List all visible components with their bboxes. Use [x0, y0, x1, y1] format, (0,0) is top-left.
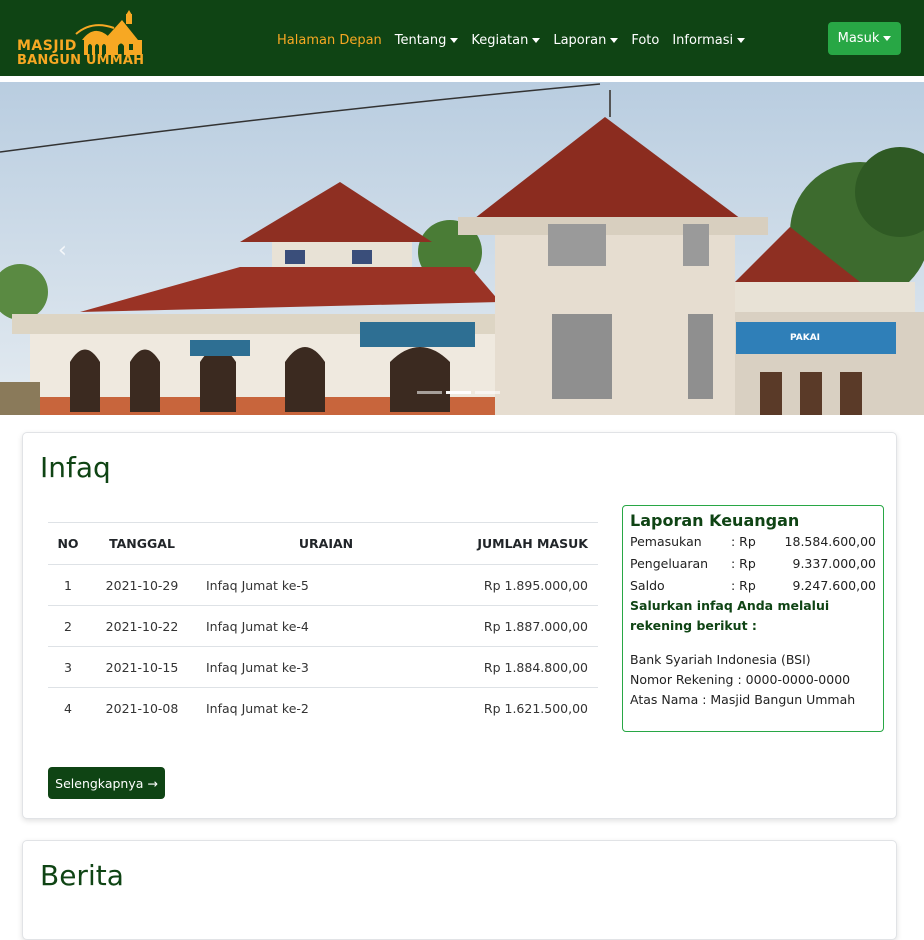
banner-sign-text: PAKAI	[790, 333, 820, 343]
cell-no: 3	[48, 646, 88, 688]
nav-item-label: Tentang	[394, 32, 447, 48]
finance-value: 9.247.600,00	[792, 577, 877, 593]
news-card: Berita	[22, 840, 897, 940]
caret-down-icon	[450, 37, 459, 43]
carousel-indicators	[417, 391, 504, 394]
finance-report-panel: Laporan Keuangan Pemasukan : Rp 18.584.6…	[622, 505, 884, 732]
finance-currency: : Rp	[731, 577, 756, 593]
brand-logo[interactable]: MASJID BANGUN UMMAH	[16, 10, 148, 70]
finance-currency: : Rp	[731, 555, 756, 571]
table-row: 1 2021-10-29 Infaq Jumat ke-5 Rp 1.895.0…	[48, 564, 598, 606]
cell-jumlah: Rp 1.884.800,00	[446, 646, 598, 688]
caret-down-icon	[883, 36, 892, 41]
cell-tanggal: 2021-10-29	[88, 564, 196, 606]
carousel-prev-icon[interactable]: ‹	[58, 238, 67, 263]
nav-item-label: Laporan	[553, 32, 607, 48]
main-nav: Halaman Depan Tentang Kegiatan Laporan F…	[277, 31, 758, 49]
carousel-indicator[interactable]	[417, 391, 442, 394]
hero-carousel[interactable]: PAKAI ‹	[0, 82, 924, 415]
finance-currency: : Rp	[731, 533, 756, 549]
nav-item-foto[interactable]: Foto	[631, 33, 659, 48]
finance-row-saldo: Saldo : Rp 9.247.600,00	[630, 574, 876, 596]
infaq-card: Infaq NO TANGGAL URAIAN JUMLAH MASUK 1 2…	[22, 432, 897, 819]
nav-item-laporan[interactable]: Laporan	[553, 32, 619, 48]
finance-value: 9.337.000,00	[792, 555, 877, 571]
table-row: 3 2021-10-15 Infaq Jumat ke-3 Rp 1.884.8…	[48, 646, 598, 688]
table-header-row: NO TANGGAL URAIAN JUMLAH MASUK	[48, 522, 598, 565]
column-header-uraian: URAIAN	[196, 522, 446, 565]
account-number: Nomor Rekening : 0000-0000-0000	[630, 672, 851, 687]
mosque-photo: PAKAI	[0, 82, 924, 415]
bank-info: Bank Syariah Indonesia (BSI) Nomor Reken…	[630, 650, 876, 710]
cell-no: 2	[48, 605, 88, 647]
cell-tanggal: 2021-10-22	[88, 605, 196, 647]
finance-row-pemasukan: Pemasukan : Rp 18.584.600,00	[630, 530, 876, 552]
caret-down-icon	[532, 37, 541, 43]
mosque-logo-icon	[75, 10, 142, 55]
finance-row-pengeluaran: Pengeluaran : Rp 9.337.000,00	[630, 552, 876, 574]
infaq-title: Infaq	[40, 451, 111, 484]
table-row: 2 2021-10-22 Infaq Jumat ke-4 Rp 1.887.0…	[48, 605, 598, 647]
cell-uraian: Infaq Jumat ke-5	[196, 564, 446, 606]
nav-item-label: Informasi	[672, 32, 734, 48]
cell-jumlah: Rp 1.621.500,00	[483, 700, 588, 716]
nav-item-label: Halaman Depan	[277, 32, 382, 48]
finance-label: Pemasukan	[630, 533, 702, 549]
caret-down-icon	[737, 37, 746, 43]
account-holder: Atas Nama : Masjid Bangun Ummah	[630, 692, 856, 707]
nav-item-kegiatan[interactable]: Kegiatan	[471, 32, 541, 48]
nav-item-label: Foto	[631, 32, 660, 48]
cell-jumlah: Rp 1.887.000,00	[446, 605, 598, 647]
finance-title: Laporan Keuangan	[630, 511, 800, 530]
finance-label: Pengeluaran	[630, 555, 709, 571]
nav-item-informasi[interactable]: Informasi	[672, 32, 746, 48]
column-header-no: NO	[48, 522, 88, 565]
finance-value: 18.584.600,00	[784, 533, 876, 549]
see-more-button[interactable]: Selengkapnya →	[48, 767, 165, 799]
finance-label: Saldo	[630, 577, 665, 593]
cell-tanggal: 2021-10-15	[88, 646, 196, 688]
brand-name-line2: BANGUN UMMAH	[17, 53, 145, 68]
carousel-indicator[interactable]	[475, 391, 500, 394]
column-header-jumlah: JUMLAH MASUK	[446, 522, 598, 565]
news-title: Berita	[40, 859, 124, 892]
cell-tanggal: 2021-10-08	[105, 700, 179, 716]
cell-uraian: Infaq Jumat ke-4	[196, 605, 446, 647]
cell-uraian: Infaq Jumat ke-3	[196, 646, 446, 688]
login-button-label: Masuk	[837, 31, 880, 46]
nav-item-label: Kegiatan	[471, 32, 529, 48]
infaq-table: NO TANGGAL URAIAN JUMLAH MASUK 1 2021-10…	[48, 522, 598, 729]
cell-no: 4	[64, 700, 72, 716]
column-header-tanggal: TANGGAL	[88, 522, 196, 565]
table-row: 4 2021-10-08 Infaq Jumat ke-2 Rp 1.621.5…	[48, 688, 598, 729]
top-navbar: MASJID BANGUN UMMAH Halaman Depan Tentan…	[0, 0, 924, 76]
cell-jumlah: Rp 1.895.000,00	[446, 564, 598, 606]
nav-item-tentang[interactable]: Tentang	[395, 33, 459, 48]
cell-uraian: Infaq Jumat ke-2	[206, 700, 309, 716]
bank-name: Bank Syariah Indonesia (BSI)	[630, 652, 811, 667]
brand-name-line1: MASJID	[17, 38, 77, 54]
cell-no: 1	[48, 564, 88, 606]
finance-note: Salurkan infaq Anda melalui rekening ber…	[630, 598, 830, 633]
carousel-indicator[interactable]	[446, 391, 471, 394]
nav-item-halaman-depan[interactable]: Halaman Depan	[277, 33, 382, 48]
login-button[interactable]: Masuk	[828, 22, 901, 55]
caret-down-icon	[610, 37, 619, 43]
